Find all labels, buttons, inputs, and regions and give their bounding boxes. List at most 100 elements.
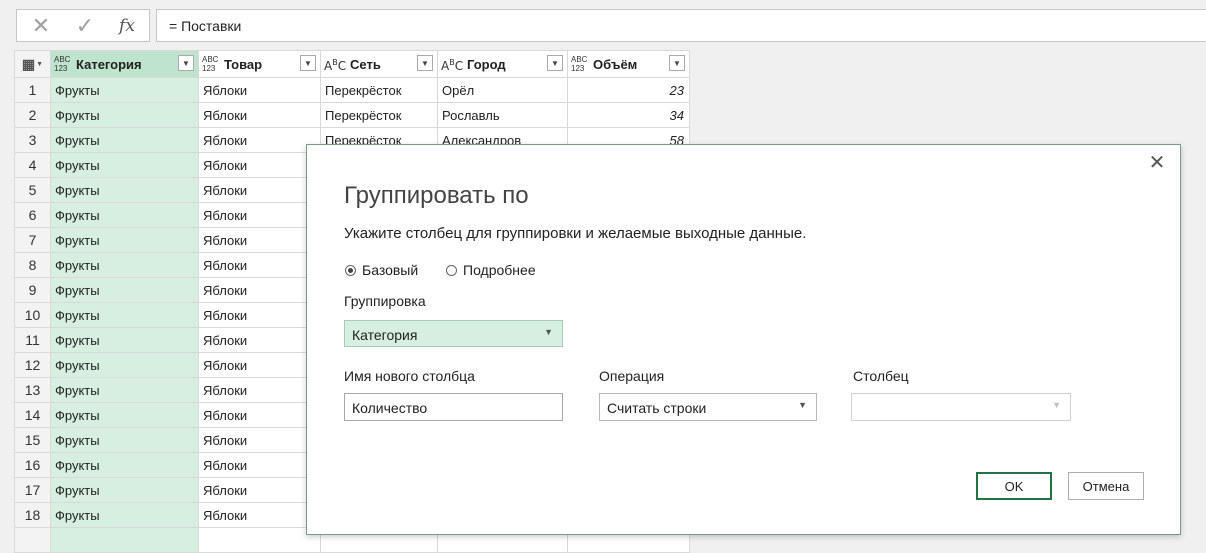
column-header-product[interactable]: ABC 123 Товар ▼ <box>198 50 321 78</box>
product-cell[interactable]: Яблоки <box>198 427 321 453</box>
table-menu-icon[interactable]: ▦ ▼ <box>14 50 51 78</box>
cancel-x-icon[interactable]: ✕ <box>21 10 61 41</box>
product-cell[interactable]: Яблоки <box>198 302 321 328</box>
product-cell[interactable]: Яблоки <box>198 227 321 253</box>
filter-dropdown-icon[interactable]: ▼ <box>417 55 433 71</box>
cancel-button[interactable]: Отмена <box>1068 472 1144 500</box>
volume-cell[interactable]: 23 <box>567 77 690 103</box>
column-header-volume[interactable]: ABC 123 Объём ▼ <box>567 50 690 78</box>
row-number: 1 <box>14 77 51 103</box>
new-column-input[interactable]: Количество <box>344 393 563 421</box>
product-cell[interactable]: Яблоки <box>198 477 321 503</box>
formula-input[interactable]: = Поставки <box>156 9 1206 42</box>
chevron-down-icon: ▼ <box>1052 400 1061 410</box>
row-number: 11 <box>14 327 51 353</box>
dialog-subtitle: Укажите столбец для группировки и желаем… <box>344 225 807 242</box>
row-number: 8 <box>14 252 51 278</box>
row-number: 7 <box>14 227 51 253</box>
grouping-dropdown[interactable]: Категория ▼ <box>344 320 563 347</box>
category-cell[interactable]: Фрукты <box>50 327 199 353</box>
radio-basic[interactable]: Базовый <box>345 262 418 278</box>
network-cell[interactable]: Перекрёсток <box>320 77 438 103</box>
check-icon[interactable]: ✓ <box>65 10 105 41</box>
product-cell[interactable]: Яблоки <box>198 177 321 203</box>
column-label: Столбец <box>853 368 909 384</box>
any-type-icon: ABC 123 <box>202 55 219 73</box>
row-number: 14 <box>14 402 51 428</box>
column-dropdown[interactable]: ▼ <box>851 393 1071 421</box>
volume-cell[interactable]: 34 <box>567 102 690 128</box>
empty-cell <box>198 527 321 553</box>
product-cell[interactable]: Яблоки <box>198 402 321 428</box>
network-cell[interactable]: Перекрёсток <box>320 102 438 128</box>
column-header-city[interactable]: ABC Город ▼ <box>437 50 568 78</box>
filter-dropdown-icon[interactable]: ▼ <box>300 55 316 71</box>
group-by-dialog: ✕ Группировать по Укажите столбец для гр… <box>306 144 1181 535</box>
product-cell[interactable]: Яблоки <box>198 127 321 153</box>
category-cell[interactable]: Фрукты <box>50 377 199 403</box>
operation-label: Операция <box>599 368 665 384</box>
table-row[interactable]: 2 Фрукты Яблоки Перекрёсток Рославль 34 <box>14 102 690 128</box>
column-header-category[interactable]: ABC 123 Категория ▼ <box>50 50 199 78</box>
category-cell[interactable]: Фрукты <box>50 102 199 128</box>
dialog-title: Группировать по <box>344 182 529 209</box>
product-cell[interactable]: Яблоки <box>198 102 321 128</box>
filter-dropdown-icon[interactable]: ▼ <box>547 55 563 71</box>
filter-dropdown-icon[interactable]: ▼ <box>669 55 685 71</box>
any-type-icon: ABC 123 <box>571 55 588 73</box>
product-cell[interactable]: Яблоки <box>198 452 321 478</box>
category-cell[interactable]: Фрукты <box>50 352 199 378</box>
row-number: 2 <box>14 102 51 128</box>
column-header-network[interactable]: ABC Сеть ▼ <box>320 50 438 78</box>
category-cell[interactable]: Фрукты <box>50 227 199 253</box>
fx-icon[interactable]: fx <box>107 10 147 41</box>
radio-unchecked-icon <box>446 264 457 276</box>
category-cell[interactable]: Фрукты <box>50 177 199 203</box>
filter-dropdown-icon[interactable]: ▼ <box>178 55 194 71</box>
category-cell[interactable]: Фрукты <box>50 427 199 453</box>
city-cell[interactable]: Рославль <box>437 102 568 128</box>
category-cell[interactable]: Фрукты <box>50 152 199 178</box>
category-cell[interactable]: Фрукты <box>50 477 199 503</box>
radio-advanced[interactable]: Подробнее <box>446 262 536 278</box>
category-cell[interactable]: Фрукты <box>50 277 199 303</box>
row-number: 17 <box>14 477 51 503</box>
category-cell[interactable]: Фрукты <box>50 302 199 328</box>
category-cell[interactable]: Фрукты <box>50 202 199 228</box>
formula-bar: ✕ ✓ fx = Поставки <box>0 0 1206 48</box>
category-cell[interactable]: Фрукты <box>50 252 199 278</box>
any-type-icon: ABC 123 <box>54 55 71 73</box>
category-cell[interactable]: Фрукты <box>50 452 199 478</box>
row-number: 18 <box>14 502 51 528</box>
category-cell[interactable]: Фрукты <box>50 502 199 528</box>
product-cell[interactable]: Яблоки <box>198 327 321 353</box>
row-number: 6 <box>14 202 51 228</box>
operation-dropdown[interactable]: Считать строки ▼ <box>599 393 817 421</box>
row-number: 3 <box>14 127 51 153</box>
product-cell[interactable]: Яблоки <box>198 502 321 528</box>
product-cell[interactable]: Яблоки <box>198 252 321 278</box>
product-cell[interactable]: Яблоки <box>198 152 321 178</box>
category-cell[interactable]: Фрукты <box>50 77 199 103</box>
product-cell[interactable]: Яблоки <box>198 277 321 303</box>
row-number: 12 <box>14 352 51 378</box>
grouping-label: Группировка <box>344 293 426 309</box>
row-number: 4 <box>14 152 51 178</box>
close-icon[interactable]: ✕ <box>1146 151 1168 174</box>
product-cell[interactable]: Яблоки <box>198 352 321 378</box>
row-number: 13 <box>14 377 51 403</box>
category-cell[interactable]: Фрукты <box>50 127 199 153</box>
text-type-icon: ABC <box>324 57 347 73</box>
radio-basic-label: Базовый <box>362 262 419 278</box>
row-number: 5 <box>14 177 51 203</box>
city-cell[interactable]: Орёл <box>437 77 568 103</box>
product-cell[interactable]: Яблоки <box>198 77 321 103</box>
chevron-down-icon: ▼ <box>544 327 553 337</box>
table-row[interactable]: 1 Фрукты Яблоки Перекрёсток Орёл 23 <box>14 77 690 103</box>
category-cell[interactable]: Фрукты <box>50 402 199 428</box>
row-number: 16 <box>14 452 51 478</box>
ok-button[interactable]: OK <box>976 472 1052 500</box>
empty-cell <box>14 527 51 553</box>
product-cell[interactable]: Яблоки <box>198 202 321 228</box>
product-cell[interactable]: Яблоки <box>198 377 321 403</box>
